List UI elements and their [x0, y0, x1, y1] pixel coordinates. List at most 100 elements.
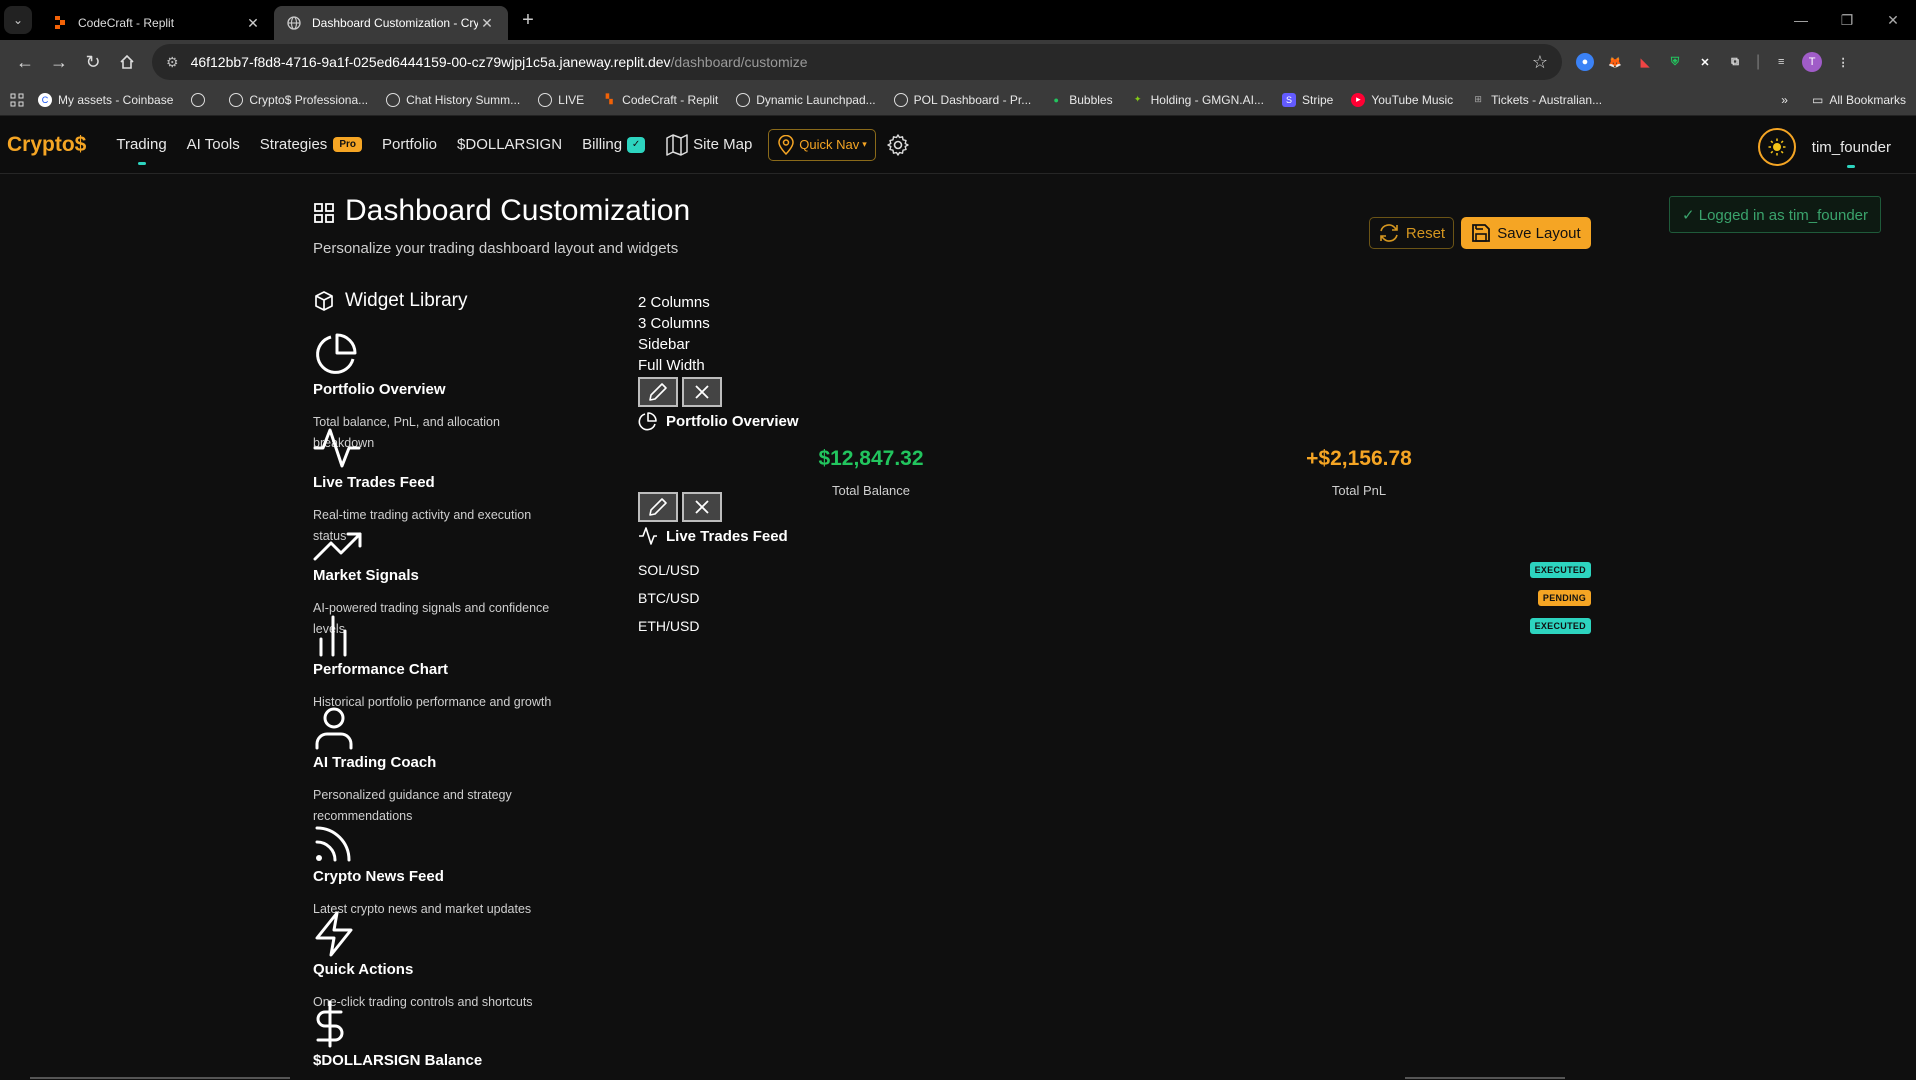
apps-icon[interactable] — [10, 93, 24, 107]
bookmark-item[interactable]: Dynamic Launchpad... — [736, 92, 876, 107]
status-badge: EXECUTED — [1529, 562, 1591, 578]
nav-ai-tools[interactable]: AI Tools — [187, 136, 240, 153]
quick-nav-dropdown[interactable]: Quick Nav ▾ — [768, 128, 876, 161]
activity-icon — [313, 428, 361, 468]
library-widget-dollarsign-balance[interactable]: $DOLLARSIGN Balance — [313, 1000, 613, 1069]
globe-icon — [286, 15, 302, 31]
theme-toggle-button[interactable] — [1757, 128, 1796, 166]
edit-widget-button[interactable] — [638, 377, 678, 407]
bookmark-item[interactable]: ● Bubbles — [1049, 93, 1113, 107]
zap-icon — [315, 911, 353, 957]
widget-library-label: Widget Library — [345, 290, 468, 311]
bookmark-item[interactable]: ⊞ Tickets - Australian... — [1471, 93, 1602, 107]
layout-option-3-columns[interactable]: 3 Columns — [638, 313, 710, 334]
total-balance-label: Total Balance — [831, 483, 911, 498]
widget-name: $DOLLARSIGN Balance — [313, 1052, 483, 1069]
new-tab-button[interactable]: + — [514, 9, 542, 32]
forward-icon[interactable]: → — [42, 45, 76, 79]
bookmark-item[interactable]: POL Dashboard - Pr... — [893, 92, 1032, 107]
activity-icon — [639, 527, 657, 545]
main-content: Dashboard Customization Personalize your… — [0, 174, 1916, 1079]
home-icon[interactable] — [110, 45, 144, 79]
tab-search-button[interactable]: ⌄ — [4, 6, 32, 34]
pencil-icon — [649, 498, 667, 516]
globe-icon — [893, 92, 908, 107]
browser-tab-codecraft[interactable]: CodeCraft - Replit ✕ — [40, 6, 274, 40]
more-bookmarks-button[interactable]: » — [1781, 93, 1788, 107]
map-pin-icon — [778, 134, 795, 155]
replit-icon: ▚ — [605, 94, 613, 104]
horizontal-scrollbar[interactable] — [30, 1077, 290, 1079]
bookmark-label: LIVE — [558, 92, 585, 107]
puzzle-icon[interactable]: ⧉ — [1726, 53, 1744, 71]
library-widget-quick-actions[interactable]: Quick Actions One-click trading controls… — [313, 909, 613, 1013]
extension-icon[interactable]: ● — [1576, 53, 1594, 71]
total-balance-value: $12,847.32 — [818, 447, 924, 470]
bookmark-label: POL Dashboard - Pr... — [913, 92, 1032, 107]
minimize-icon[interactable]: — — [1778, 0, 1824, 40]
all-bookmarks-button[interactable]: ▭ All Bookmarks — [1812, 93, 1906, 107]
library-widget-crypto-news-feed[interactable]: Crypto News Feed Latest crypto news and … — [313, 816, 613, 920]
menu-icon[interactable]: ⋮ — [1834, 53, 1852, 71]
openai-icon — [386, 92, 401, 107]
browser-tab-dashboard[interactable]: Dashboard Customization - Cry ✕ — [274, 6, 508, 40]
bookmark-item[interactable]: S Stripe — [1281, 92, 1333, 107]
bookmark-item[interactable]: C My assets - Coinbase — [38, 92, 173, 107]
user-menu[interactable]: tim_founder — [1757, 128, 1891, 168]
bookmark-item[interactable]: ▸ YouTube Music — [1351, 92, 1453, 107]
remove-widget-button[interactable] — [682, 492, 722, 522]
shield-icon[interactable]: ⛨ — [1666, 53, 1684, 71]
close-window-icon[interactable]: ✕ — [1870, 0, 1916, 40]
layout-option-full-width[interactable]: Full Width — [638, 355, 710, 376]
bookmark-item[interactable]: ✦ Holding - GMGN.AI... — [1131, 93, 1264, 107]
restore-icon[interactable]: ❐ — [1824, 0, 1870, 40]
nav-trading[interactable]: Trading — [116, 136, 167, 165]
widget-name: Market Signals — [313, 567, 419, 584]
layout-option-2-columns[interactable]: 2 Columns — [638, 292, 710, 313]
save-icon — [1472, 224, 1491, 242]
bookmark-star-icon[interactable]: ☆ — [1532, 52, 1548, 73]
address-bar[interactable]: ⚙ 46f12bb7-f8d8-4716-9a1f-025ed6444159-0… — [152, 44, 1562, 80]
bookmark-item[interactable] — [191, 92, 211, 107]
nav-site-map-label: Site Map — [693, 136, 753, 153]
edit-widget-button[interactable] — [638, 492, 678, 522]
bookmark-item[interactable]: ▚ CodeCraft - Replit — [602, 93, 719, 107]
save-layout-button[interactable]: Save Layout — [1461, 217, 1591, 249]
close-icon — [695, 385, 709, 399]
remove-widget-button[interactable] — [682, 377, 722, 407]
reset-label: Reset — [1405, 224, 1446, 242]
reload-icon[interactable]: ↻ — [76, 45, 110, 79]
library-widget-performance-chart[interactable]: Performance Chart Historical portfolio p… — [313, 609, 613, 713]
map-icon — [666, 133, 688, 156]
username[interactable]: tim_founder — [1812, 139, 1891, 168]
extension-icon[interactable]: ◣ — [1636, 53, 1654, 71]
horizontal-scrollbar-thumb[interactable] — [1405, 1077, 1565, 1079]
brand-logo[interactable]: Crypto$ — [7, 133, 86, 157]
site-info-icon[interactable]: ⚙ — [166, 54, 179, 71]
x-extension-icon[interactable]: ✕ — [1696, 53, 1714, 71]
metamask-icon[interactable]: 🦊 — [1606, 53, 1624, 71]
close-tab-icon[interactable]: ✕ — [478, 15, 496, 32]
library-widget-ai-trading-coach[interactable]: AI Trading Coach Personalized guidance a… — [313, 702, 613, 827]
nav-strategies-label: Strategies — [259, 136, 328, 153]
profile-avatar[interactable]: T — [1802, 52, 1823, 72]
pie-chart-icon — [316, 333, 357, 374]
reset-button[interactable]: Reset — [1369, 217, 1454, 249]
nav-billing[interactable]: Billing ✓ — [582, 136, 646, 153]
gear-icon[interactable] — [886, 133, 910, 157]
nav-portfolio[interactable]: Portfolio — [382, 136, 437, 153]
layout-option-sidebar[interactable]: Sidebar — [638, 334, 710, 355]
bubbles-icon: ● — [1053, 94, 1059, 105]
bookmark-item[interactable]: Chat History Summ... — [386, 92, 520, 107]
bookmark-item[interactable]: LIVE — [538, 92, 585, 107]
nav-site-map[interactable]: Site Map — [665, 133, 753, 156]
back-icon[interactable]: ← — [8, 45, 42, 79]
nav-strategies[interactable]: Strategies Pro — [260, 136, 362, 153]
nav-dollarsign[interactable]: $DOLLARSIGN — [457, 136, 562, 153]
bar-chart-icon — [319, 615, 347, 657]
bookmark-item[interactable]: Crypto$ Professiona... — [229, 92, 368, 107]
media-control-icon[interactable]: ≡ — [1772, 53, 1790, 71]
close-icon — [695, 500, 709, 514]
page-subtitle: Personalize your trading dashboard layou… — [313, 240, 679, 257]
close-tab-icon[interactable]: ✕ — [244, 15, 262, 32]
